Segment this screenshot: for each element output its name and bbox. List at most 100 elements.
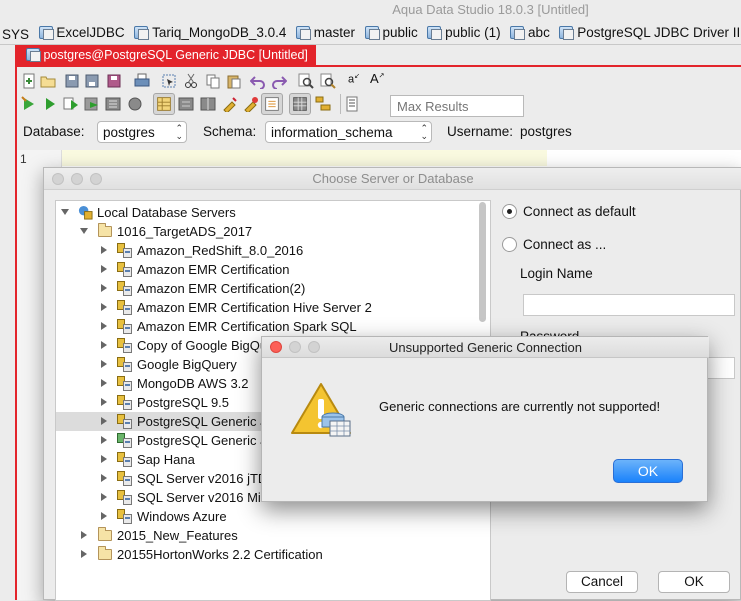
execute-current-icon[interactable] [63, 96, 79, 112]
tab-public[interactable]: public [362, 20, 421, 44]
database-server-icon [117, 376, 132, 391]
minimize-window-icon[interactable] [71, 173, 83, 185]
undo-icon[interactable] [250, 73, 266, 89]
alert-message: Generic connections are currently not su… [379, 399, 661, 414]
close-window-icon[interactable] [270, 341, 282, 353]
tab-abc[interactable]: abc [507, 20, 553, 44]
save-icon[interactable] [64, 73, 80, 89]
tab-postgresql-jdbc[interactable]: PostgreSQL JDBC Driver II [556, 20, 741, 44]
database-icon [133, 25, 150, 40]
new-file-icon[interactable] [21, 73, 37, 89]
collapse-arrow-icon[interactable] [61, 209, 69, 215]
print-icon[interactable] [134, 73, 150, 89]
execute-icon[interactable] [42, 96, 58, 112]
tree-folder-item[interactable]: 20155HortonWorks 2.2 Certification [56, 545, 490, 564]
expand-arrow-icon[interactable] [101, 436, 107, 444]
expand-arrow-icon[interactable] [101, 265, 107, 273]
tab-sys[interactable]: SYS [0, 23, 32, 45]
expand-arrow-icon[interactable] [101, 322, 107, 330]
explain-plan-icon[interactable] [84, 96, 100, 112]
database-server-icon [117, 433, 132, 448]
minimize-window-icon[interactable] [289, 341, 301, 353]
expand-arrow-icon[interactable] [101, 512, 107, 520]
select-icon[interactable] [161, 73, 177, 89]
open-folder-icon[interactable] [40, 73, 56, 89]
max-results-input[interactable] [390, 95, 524, 117]
login-name-field[interactable] [523, 294, 735, 316]
tree-server-label: Copy of Google BigQu [137, 338, 268, 353]
results-grid-icon[interactable] [153, 93, 175, 115]
collapse-arrow-icon[interactable] [80, 228, 88, 234]
database-server-icon [117, 338, 132, 353]
paste-icon[interactable] [226, 73, 242, 89]
tree-server-item[interactable]: Amazon_RedShift_8.0_2016 [56, 241, 490, 260]
active-editor-tab[interactable]: postgres@PostgreSQL Generic JDBC [Untitl… [15, 45, 316, 66]
schema-select[interactable]: information_schema ⌃ ⌄ [265, 121, 432, 143]
database-select[interactable]: postgres ⌃ ⌄ [97, 121, 187, 143]
expand-arrow-icon[interactable] [101, 493, 107, 501]
tree-server-item[interactable]: Amazon EMR Certification Spark SQL [56, 317, 490, 336]
results-text-icon[interactable] [178, 96, 194, 112]
ok-button[interactable]: OK [658, 571, 730, 593]
tree-folder-item[interactable]: 1016_TargetADS_2017 [56, 222, 490, 241]
copy-icon[interactable] [205, 73, 221, 89]
find-icon[interactable] [298, 73, 314, 89]
connect-as-radio[interactable] [502, 237, 517, 252]
tree-root-item[interactable]: Local Database Servers [56, 203, 490, 222]
editor-toolbar-2 [17, 92, 741, 116]
expand-arrow-icon[interactable] [81, 531, 87, 539]
grid-view-icon[interactable] [289, 93, 311, 115]
current-line-highlight [62, 150, 547, 166]
tree-server-item[interactable]: Amazon EMR Certification(2) [56, 279, 490, 298]
connect-default-radio[interactable] [502, 204, 517, 219]
tab-tariq-mongodb[interactable]: Tariq_MongoDB_3.0.4 [131, 20, 289, 44]
expand-arrow-icon[interactable] [101, 360, 107, 368]
expand-arrow-icon[interactable] [101, 246, 107, 254]
expand-arrow-icon[interactable] [101, 341, 107, 349]
unsupported-connection-alert: Unsupported Generic Connection Generic c… [261, 336, 709, 502]
dialog-title: Choose Server or Database [44, 168, 741, 190]
expand-arrow-icon[interactable] [101, 284, 107, 292]
execute-all-icon[interactable] [21, 96, 37, 112]
expand-arrow-icon[interactable] [101, 379, 107, 387]
save-all-icon[interactable] [106, 73, 122, 89]
tree-server-item[interactable]: Amazon EMR Certification Hive Server 2 [56, 298, 490, 317]
tree-view-icon[interactable] [315, 96, 331, 112]
tree-folder-item[interactable]: 2015_New_Features [56, 526, 490, 545]
save-as-icon[interactable] [84, 73, 100, 89]
format-icon[interactable] [105, 96, 121, 112]
tab-exceljdbc[interactable]: ExcelJDBC [36, 20, 128, 44]
commit-icon[interactable] [243, 96, 259, 112]
stepper-arrows-icon: ⌃ ⌄ [420, 123, 428, 141]
tab-master[interactable]: master [293, 20, 358, 44]
tree-server-item[interactable]: Amazon EMR Certification [56, 260, 490, 279]
expand-arrow-icon[interactable] [81, 550, 87, 558]
stop-icon[interactable] [127, 96, 143, 112]
zoom-window-icon[interactable] [90, 173, 102, 185]
uppercase-icon[interactable]: A↗ [370, 71, 385, 86]
history-icon[interactable] [340, 94, 360, 114]
expand-arrow-icon[interactable] [101, 455, 107, 463]
alert-ok-button[interactable]: OK [613, 459, 683, 483]
tree-scrollbar[interactable] [479, 202, 486, 322]
expand-arrow-icon[interactable] [101, 474, 107, 482]
cancel-button[interactable]: Cancel [566, 571, 638, 593]
cut-icon[interactable] [183, 73, 199, 89]
results-split-icon[interactable] [200, 96, 216, 112]
lowercase-icon[interactable]: a↙ [348, 72, 360, 86]
expand-arrow-icon[interactable] [101, 303, 107, 311]
rollback-icon[interactable] [261, 93, 283, 115]
database-icon [426, 25, 443, 40]
close-window-icon[interactable] [52, 173, 64, 185]
tab-public-1[interactable]: public (1) [424, 20, 503, 44]
expand-arrow-icon[interactable] [101, 398, 107, 406]
expand-arrow-icon[interactable] [101, 417, 107, 425]
zoom-window-icon[interactable] [308, 341, 320, 353]
tree-server-item[interactable]: Windows Azure [56, 507, 490, 526]
tree-server-label: Sap Hana [137, 452, 195, 467]
auto-commit-icon[interactable] [222, 96, 238, 112]
tree-server-label: Amazon EMR Certification(2) [137, 281, 306, 296]
redo-icon[interactable] [271, 73, 287, 89]
find-replace-icon[interactable] [320, 73, 336, 89]
database-server-icon [117, 490, 132, 505]
